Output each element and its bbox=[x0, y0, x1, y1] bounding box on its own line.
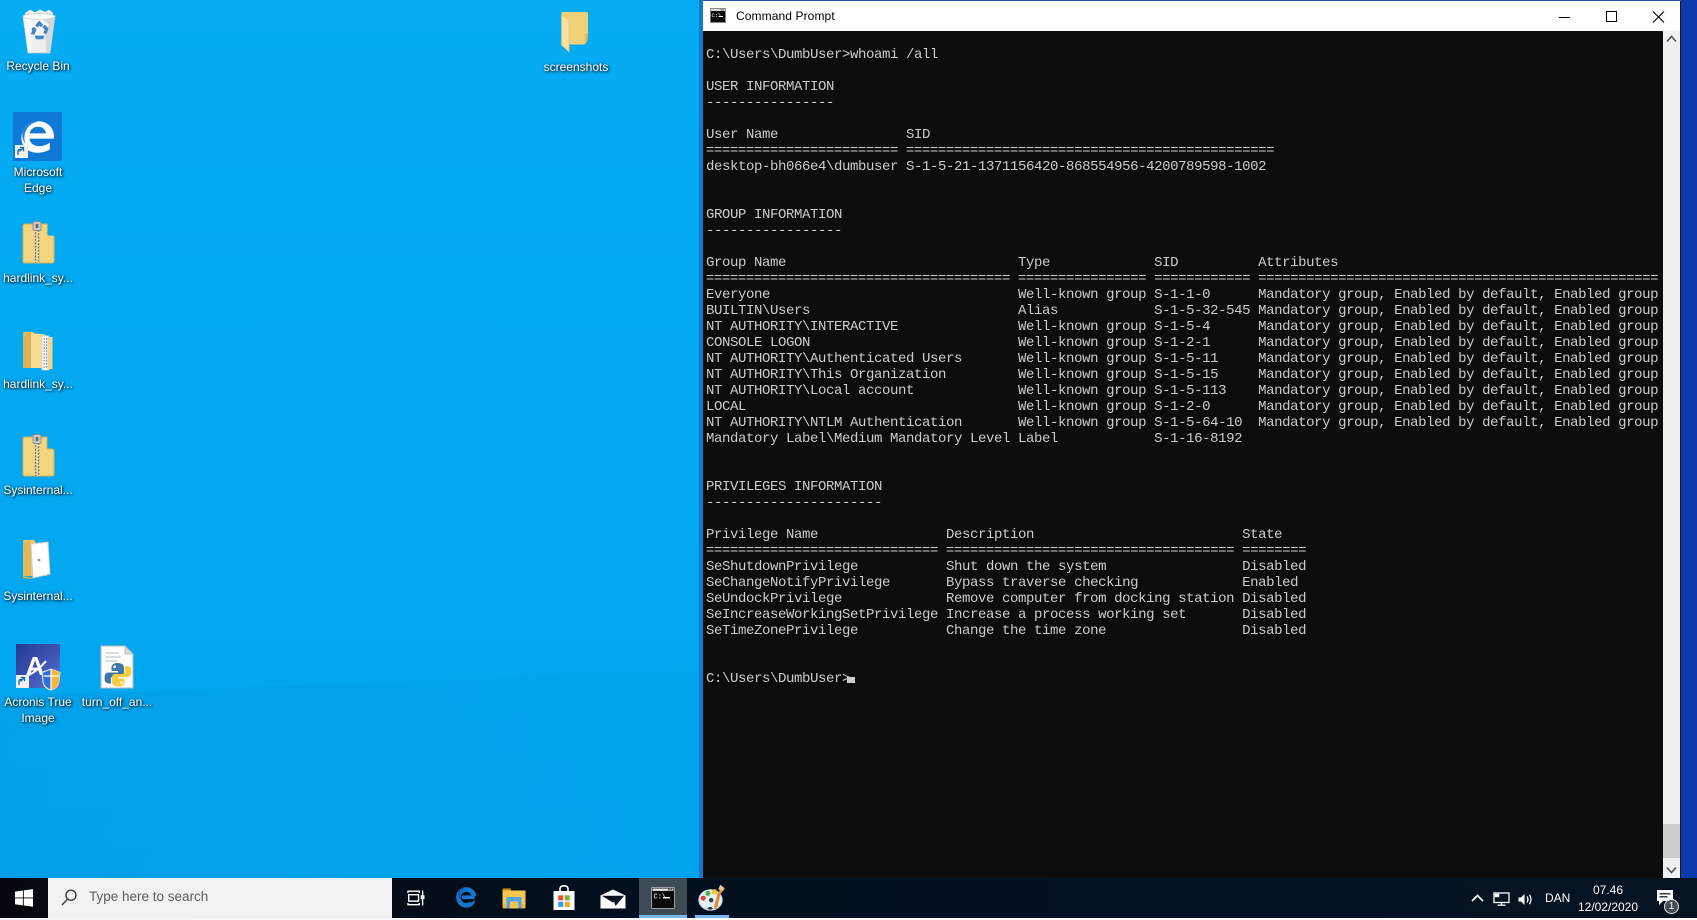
svg-text:C:\: C:\ bbox=[712, 12, 722, 19]
